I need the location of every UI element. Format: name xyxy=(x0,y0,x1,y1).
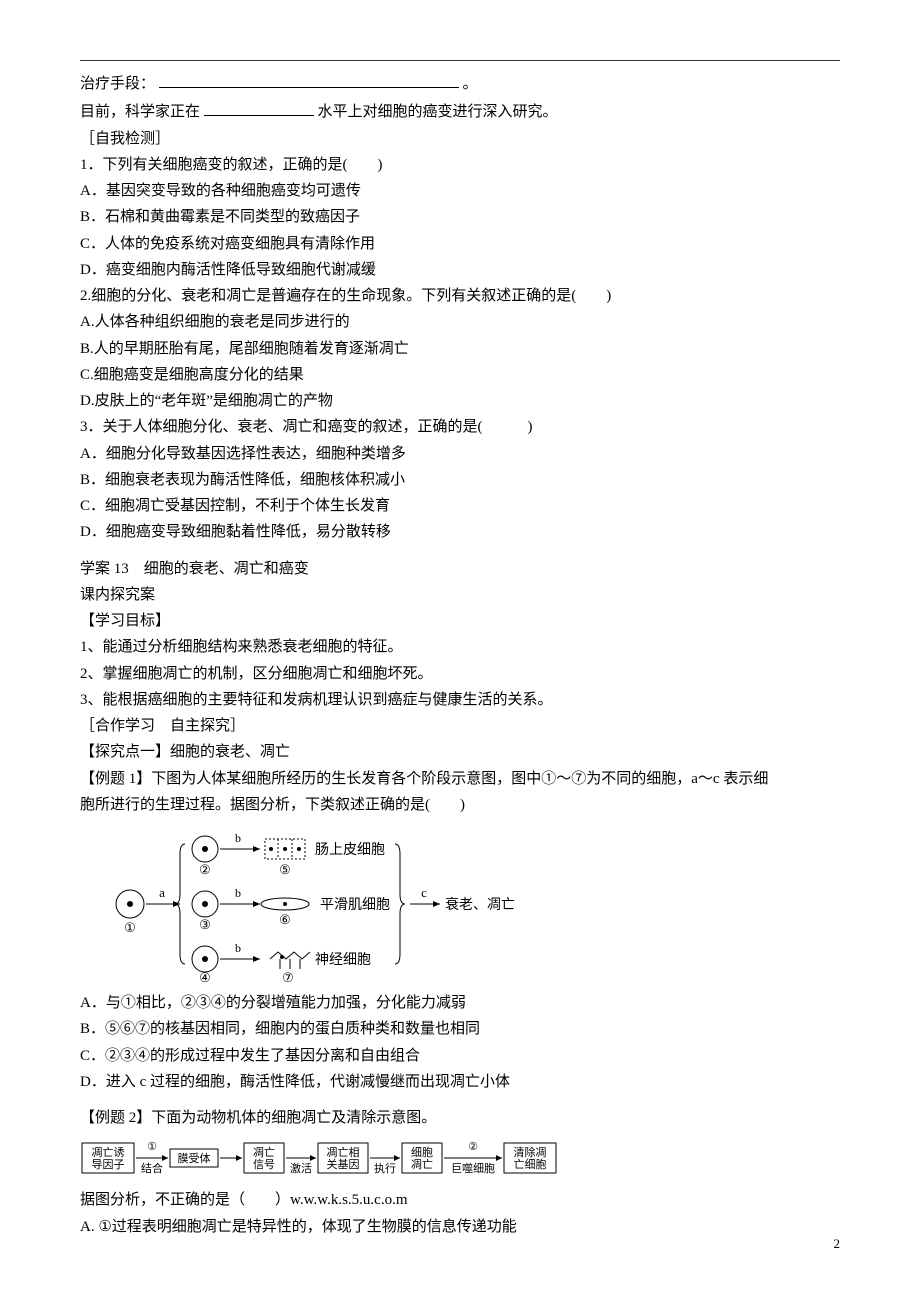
q3-D: D．细胞癌变导致细胞黏着性降低，易分散转移 xyxy=(80,519,840,545)
svg-text:b: b xyxy=(235,941,241,955)
top-rule xyxy=(80,60,840,61)
obj-1: 1、能通过分析细胞结构来熟悉衰老细胞的特征。 xyxy=(80,634,840,660)
q1-stem: 1．下列有关细胞癌变的叙述，正确的是( ) xyxy=(80,152,840,178)
ex2-A: A. ①过程表明细胞凋亡是特异性的，体现了生物膜的信息传递功能 xyxy=(80,1214,840,1240)
topic1-head: 【探究点一】细胞的衰老、凋亡 xyxy=(80,739,840,765)
obj-3: 3、能根据癌细胞的主要特征和发病机理认识到癌症与健康生活的关系。 xyxy=(80,687,840,713)
q2-D: D.皮肤上的“老年斑”是细胞凋亡的产物 xyxy=(80,388,840,414)
svg-text:①: ① xyxy=(147,1141,157,1153)
svg-text:亡细胞: 亡细胞 xyxy=(514,1157,547,1171)
svg-text:神经细胞: 神经细胞 xyxy=(315,952,371,968)
svg-text:b: b xyxy=(235,886,241,900)
svg-text:激活: 激活 xyxy=(290,1161,312,1175)
svg-text:执行: 执行 xyxy=(374,1161,396,1175)
fillin-line-1: 治疗手段： 。 xyxy=(80,69,840,97)
svg-text:关基因: 关基因 xyxy=(327,1157,360,1171)
svg-text:④: ④ xyxy=(199,970,211,984)
text: 。 xyxy=(463,76,478,92)
ex1-stem-2: 胞所进行的生理过程。据图分析，下类叙述正确的是( ) xyxy=(80,792,840,818)
svg-text:b: b xyxy=(235,831,241,845)
diagram-apoptosis-flow: 凋亡诱导因子 ① 结合 膜受体 凋亡信号 激活 凋亡相关基因 执行 xyxy=(80,1137,840,1181)
svg-text:结合: 结合 xyxy=(141,1161,163,1175)
svg-text:平滑肌细胞: 平滑肌细胞 xyxy=(320,896,390,913)
svg-text:凋亡诱: 凋亡诱 xyxy=(92,1145,125,1159)
ex1-B: B．⑤⑥⑦的核基因相同，细胞内的蛋白质种类和数量也相同 xyxy=(80,1016,840,1042)
xuean-sub: 课内探究案 xyxy=(80,582,840,608)
q1-B: B．石棉和黄曲霉素是不同类型的致癌因子 xyxy=(80,204,840,230)
obj-head: 【学习目标】 xyxy=(80,608,840,634)
svg-text:⑦: ⑦ xyxy=(282,970,294,984)
svg-text:①: ① xyxy=(124,920,136,935)
svg-text:细胞: 细胞 xyxy=(411,1146,433,1159)
ex1-D: D．进入 c 过程的细胞，酶活性降低，代谢减慢继而出现凋亡小体 xyxy=(80,1069,840,1095)
page-number: 2 xyxy=(834,1233,841,1256)
svg-text:凋亡: 凋亡 xyxy=(253,1145,275,1159)
obj-2: 2、掌握细胞凋亡的机制，区分细胞凋亡和细胞坏死。 xyxy=(80,661,840,687)
q3-B: B．细胞衰老表现为酶活性降低，细胞核体积减小 xyxy=(80,467,840,493)
svg-text:导因子: 导因子 xyxy=(92,1158,125,1171)
text: 目前，科学家正在 xyxy=(80,104,200,120)
diagram-cell-stages: ① a ② ③ ④ b b xyxy=(110,824,840,984)
svg-text:③: ③ xyxy=(199,917,211,932)
svg-text:清除凋: 清除凋 xyxy=(514,1145,547,1159)
svg-text:巨噬细胞: 巨噬细胞 xyxy=(451,1161,495,1175)
q2-C: C.细胞癌变是细胞高度分化的结果 xyxy=(80,362,840,388)
xuean-title: 学案 13 细胞的衰老、凋亡和癌变 xyxy=(80,556,840,582)
q3-C: C．细胞凋亡受基因控制，不利于个体生长发育 xyxy=(80,493,840,519)
q1-C: C．人体的免疫系统对癌变细胞具有清除作用 xyxy=(80,231,840,257)
q3-A: A．细胞分化导致基因选择性表达，细胞种类增多 xyxy=(80,441,840,467)
ex1-stem-1: 【例题 1】下图为人体某细胞所经历的生长发育各个阶段示意图，图中①～⑦为不同的细… xyxy=(80,766,840,792)
q2-A: A.人体各种组织细胞的衰老是同步进行的 xyxy=(80,309,840,335)
svg-text:肠上皮细胞: 肠上皮细胞 xyxy=(315,842,385,858)
ex2-stem: 【例题 2】下面为动物机体的细胞凋亡及清除示意图。 xyxy=(80,1105,840,1131)
fillin-line-2: 目前，科学家正在 水平上对细胞的癌变进行深入研究。 xyxy=(80,97,840,125)
svg-text:②: ② xyxy=(199,862,211,877)
ex1-A: A．与①相比，②③④的分裂增殖能力加强，分化能力减弱 xyxy=(80,990,840,1016)
svg-text:衰老、凋亡: 衰老、凋亡 xyxy=(445,896,515,913)
svg-text:a: a xyxy=(159,885,165,900)
svg-text:②: ② xyxy=(468,1141,478,1153)
blank xyxy=(204,97,314,116)
svg-text:膜受体: 膜受体 xyxy=(178,1151,211,1165)
svg-text:凋亡: 凋亡 xyxy=(411,1157,433,1171)
q2-stem: 2.细胞的分化、衰老和凋亡是普遍存在的生命现象。下列有关叙述正确的是( ) xyxy=(80,283,840,309)
selftest-heading: ［自我检测］ xyxy=(80,126,840,152)
svg-text:⑤: ⑤ xyxy=(279,862,291,877)
svg-text:⑥: ⑥ xyxy=(279,912,291,927)
coop-head: ［合作学习 自主探究］ xyxy=(80,713,840,739)
q2-B: B.人的早期胚胎有尾，尾部细胞随着发育逐渐凋亡 xyxy=(80,336,840,362)
text: 治疗手段： xyxy=(80,76,155,92)
svg-text:c: c xyxy=(421,885,427,900)
blank xyxy=(159,69,459,88)
q1-A: A．基因突变导致的各种细胞癌变均可遗传 xyxy=(80,178,840,204)
q3-stem: 3．关于人体细胞分化、衰老、凋亡和癌变的叙述，正确的是( ) xyxy=(80,414,840,440)
text: 水平上对细胞的癌变进行深入研究。 xyxy=(318,104,558,120)
ex1-C: C．②③④的形成过程中发生了基因分离和自由组合 xyxy=(80,1043,840,1069)
ex2-after: 据图分析，不正确的是（ ）w.w.w.k.s.5.u.c.o.m xyxy=(80,1187,840,1213)
svg-text:信号: 信号 xyxy=(253,1158,275,1171)
q1-D: D．癌变细胞内酶活性降低导致细胞代谢减缓 xyxy=(80,257,840,283)
svg-text:凋亡相: 凋亡相 xyxy=(327,1145,360,1159)
